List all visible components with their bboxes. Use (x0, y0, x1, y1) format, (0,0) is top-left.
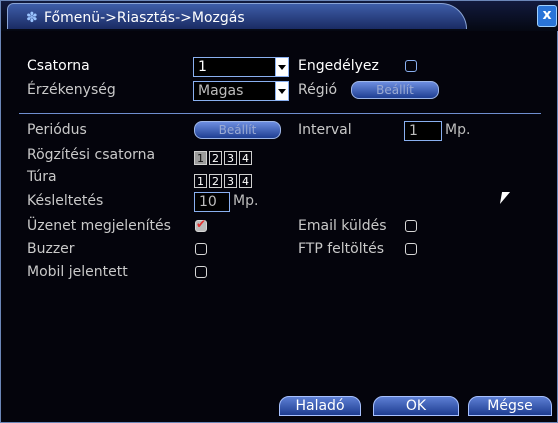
mobil-checkbox[interactable] (195, 266, 207, 278)
csatorna-select[interactable]: 1 (193, 57, 289, 77)
separator (19, 113, 541, 114)
close-button[interactable]: x (537, 5, 557, 27)
check-icon: ✔ (196, 217, 207, 231)
tura-channel-2[interactable]: 2 (209, 174, 222, 188)
regio-button[interactable]: Beállít (351, 81, 439, 99)
buzzer-checkbox[interactable] (195, 243, 207, 255)
interval-input[interactable]: 1 (404, 121, 442, 141)
mouse-cursor-icon (499, 192, 511, 204)
periodus-label: Periódus (27, 122, 87, 138)
uzenet-checkbox[interactable]: ✔ (195, 217, 207, 232)
rogzitesi-label: Rögzítési csatorna (27, 147, 156, 163)
window-title: Főmenü->Riasztás->Mozgás (44, 10, 245, 26)
megse-button[interactable]: Mégse (468, 396, 552, 416)
ftp-checkbox[interactable] (405, 243, 417, 255)
csatorna-label: Csatorna (27, 58, 90, 74)
kesleltetes-input[interactable]: 10 (194, 192, 230, 212)
chevron-down-icon (275, 58, 288, 76)
periodus-button[interactable]: Beállít (194, 121, 281, 139)
uzenet-label: Üzenet megjelenítés (27, 218, 171, 234)
erzekenyseg-value: Magas (198, 83, 244, 99)
halado-button[interactable]: Haladó (279, 396, 361, 416)
title-bar: ✽ Főmenü->Riasztás->Mozgás x (1, 1, 558, 31)
buzzer-label: Buzzer (27, 241, 75, 257)
rogzitesi-channel-4[interactable]: 4 (239, 151, 252, 165)
tura-label: Túra (27, 169, 57, 185)
tura-channel-1[interactable]: 1 (194, 174, 207, 188)
tura-channels: 1234 (194, 170, 254, 189)
erzekenyseg-select[interactable]: Magas (193, 81, 289, 101)
email-label: Email küldés (298, 218, 387, 234)
regio-label: Régió (298, 82, 338, 98)
interval-unit: Mp. (445, 122, 471, 138)
mobil-label: Mobil jelentett (27, 264, 128, 280)
erzekenyseg-label: Érzékenység (27, 82, 116, 98)
kesleltetes-unit: Mp. (233, 193, 259, 209)
engedelyez-checkbox[interactable] (405, 60, 417, 72)
ftp-label: FTP feltöltés (298, 241, 385, 257)
csatorna-value: 1 (198, 59, 207, 75)
rogzitesi-channels: 1234 (194, 147, 254, 166)
ok-button[interactable]: OK (373, 396, 459, 416)
title-tab: ✽ Főmenü->Riasztás->Mozgás (7, 3, 467, 29)
email-checkbox[interactable] (405, 220, 417, 232)
menu-icon: ✽ (26, 10, 38, 26)
tura-channel-3[interactable]: 3 (224, 174, 237, 188)
chevron-down-icon (275, 82, 288, 100)
engedelyez-label: Engedélyez (298, 58, 379, 74)
rogzitesi-channel-3[interactable]: 3 (224, 151, 237, 165)
rogzitesi-channel-1[interactable]: 1 (194, 151, 207, 165)
interval-label: Interval (298, 122, 352, 138)
tura-channel-4[interactable]: 4 (239, 174, 252, 188)
alarm-motion-window: ✽ Főmenü->Riasztás->Mozgás x Csatorna 1 … (0, 0, 558, 423)
kesleltetes-label: Késleltetés (27, 193, 104, 209)
rogzitesi-channel-2[interactable]: 2 (209, 151, 222, 165)
